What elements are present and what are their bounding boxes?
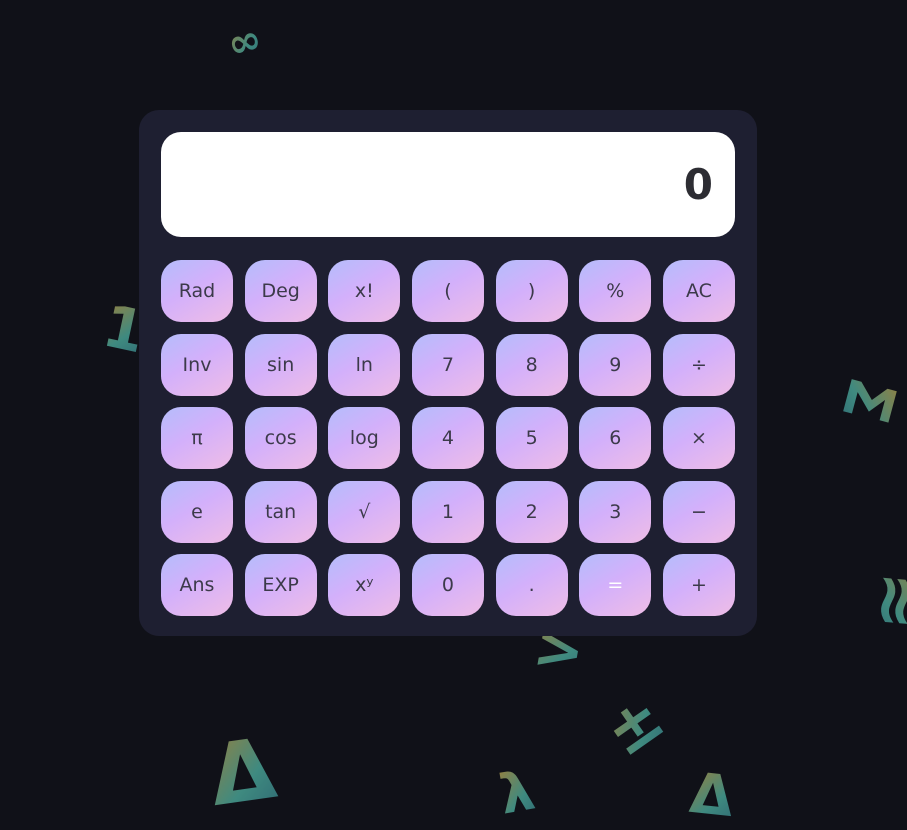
- log-key[interactable]: log: [328, 407, 401, 469]
- digit-5-key[interactable]: 5: [495, 407, 568, 469]
- digit-8-key[interactable]: 8: [495, 333, 568, 396]
- add-key[interactable]: +: [662, 554, 735, 616]
- digit-6-key[interactable]: 6: [579, 407, 652, 469]
- plus-minus-symbol: ±: [591, 680, 678, 772]
- factorial-key[interactable]: x!: [328, 260, 401, 322]
- all-clear-key[interactable]: AC: [662, 260, 735, 322]
- close-paren-key[interactable]: ): [495, 260, 568, 322]
- sqrt-key[interactable]: √: [328, 480, 401, 543]
- divide-key[interactable]: ÷: [662, 333, 735, 396]
- inverse-key[interactable]: Inv: [161, 333, 233, 396]
- decimal-key[interactable]: .: [495, 554, 568, 616]
- cos-key[interactable]: cos: [244, 407, 317, 469]
- digit-7-key[interactable]: 7: [411, 333, 484, 396]
- tan-key[interactable]: tan: [244, 480, 317, 543]
- sigma-symbol: Σ: [826, 369, 907, 431]
- approx-symbol: ≈: [854, 568, 907, 634]
- digit-3-key[interactable]: 3: [579, 480, 652, 543]
- triangle-symbol: Δ: [686, 760, 737, 830]
- rad-key[interactable]: Rad: [161, 260, 233, 322]
- keypad: Rad Deg x!()% AC Inv sin ln 7 8 9 ÷ π cos log 4 5 6 × e tan…: [161, 260, 735, 616]
- open-paren-key[interactable]: (: [411, 260, 484, 322]
- calculator: 0 Rad Deg x!()% AC Inv sin ln 7 8 9 ÷ π cos log 4 5 6 × e t…: [139, 110, 757, 636]
- digit-2-key[interactable]: 2: [495, 480, 568, 543]
- display-screen: 0: [161, 132, 735, 237]
- answer-key[interactable]: Ans: [161, 554, 233, 616]
- digit-9-key[interactable]: 9: [579, 333, 652, 396]
- digit-4-key[interactable]: 4: [411, 407, 484, 469]
- equals-key[interactable]: =: [579, 554, 652, 616]
- percent-key[interactable]: %: [579, 260, 652, 322]
- sin-key[interactable]: sin: [244, 333, 317, 396]
- pi-key[interactable]: π: [161, 407, 233, 469]
- deg-key[interactable]: Deg: [244, 260, 317, 322]
- delta-symbol: Δ: [203, 718, 282, 826]
- digit-0-key[interactable]: 0: [411, 554, 484, 616]
- lambda-symbol: λ: [494, 758, 540, 827]
- subtract-key[interactable]: −: [662, 480, 735, 543]
- multiply-key[interactable]: ×: [662, 407, 735, 469]
- digit-1-key[interactable]: 1: [411, 480, 484, 543]
- display-value: 0: [683, 160, 713, 209]
- infinity-symbol: ∞: [222, 15, 267, 69]
- power-key[interactable]: xʸ: [328, 554, 401, 616]
- exp-key[interactable]: EXP: [244, 554, 317, 616]
- euler-key[interactable]: e: [161, 480, 233, 543]
- ln-key[interactable]: ln: [328, 333, 401, 396]
